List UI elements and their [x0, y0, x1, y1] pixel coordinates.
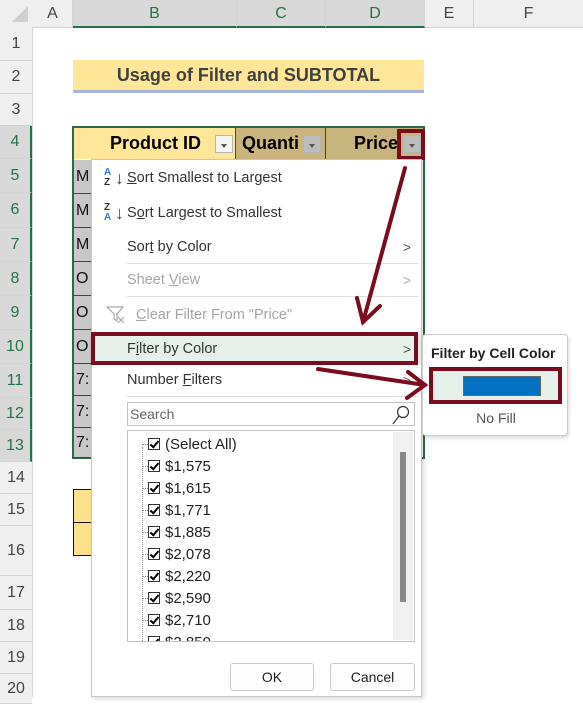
annotation-arrow-right — [316, 367, 429, 400]
annotation-arrow-down — [355, 166, 407, 326]
annotation-arrows — [316, 166, 429, 400]
